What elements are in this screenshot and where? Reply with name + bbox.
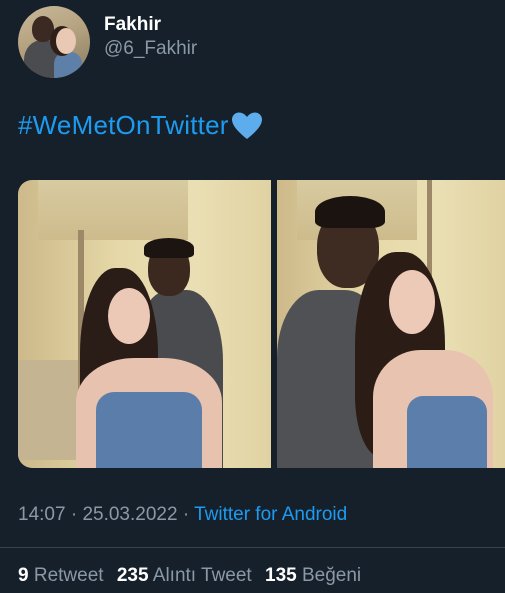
likes-label: Beğeni <box>301 565 362 586</box>
photo-woman-top <box>96 392 202 468</box>
photo-man-hair <box>144 238 194 258</box>
retweets-count: 9 <box>18 565 29 586</box>
photo-shelf <box>18 360 78 460</box>
retweets-stat[interactable]: 9 Retweet <box>18 565 104 586</box>
author-names: Fakhir @6_Fakhir <box>104 13 197 61</box>
avatar-figure-woman <box>54 52 82 78</box>
tweet-photo-1[interactable] <box>18 180 271 468</box>
tweet-photo-2[interactable] <box>277 180 505 468</box>
tweet-time[interactable]: 14:07 <box>18 504 66 525</box>
avatar[interactable] <box>18 6 90 78</box>
photo-man-hair <box>315 196 385 228</box>
divider <box>0 547 505 548</box>
tweet-text: #WeMetOnTwitter <box>18 110 263 141</box>
tweet-source-link[interactable]: Twitter for Android <box>194 504 347 525</box>
meta-separator: · <box>182 504 190 525</box>
photo-woman-top <box>407 396 487 468</box>
quotes-stat[interactable]: 235 Alıntı Tweet <box>117 565 252 586</box>
photo-woman-face <box>389 270 435 334</box>
avatar-head-woman <box>56 28 76 54</box>
blue-heart-icon <box>231 112 262 139</box>
hashtag-link[interactable]: #WeMetOnTwitter <box>18 110 229 141</box>
author-display-name[interactable]: Fakhir <box>104 13 197 37</box>
likes-count: 135 <box>265 565 297 586</box>
quotes-label: Alıntı Tweet <box>152 565 252 586</box>
author-handle[interactable]: @6_Fakhir <box>104 37 197 61</box>
tweet-stats: 9 Retweet 235 Alıntı Tweet 135 Beğeni <box>18 565 369 587</box>
likes-stat[interactable]: 135 Beğeni <box>265 565 361 586</box>
avatar-head-man <box>32 16 54 42</box>
tweet-header: Fakhir @6_Fakhir <box>18 6 197 78</box>
tweet-media <box>18 180 505 468</box>
quotes-count: 235 <box>116 565 149 586</box>
tweet-date[interactable]: 25.03.2022 <box>82 504 177 525</box>
tweet-timestamp-row: 14:07 · 25.03.2022 · Twitter for Android <box>18 504 347 526</box>
photo-ceiling <box>38 180 188 240</box>
retweets-label: Retweet <box>33 565 104 586</box>
meta-separator: · <box>70 504 78 525</box>
photo-woman-face <box>108 288 150 344</box>
